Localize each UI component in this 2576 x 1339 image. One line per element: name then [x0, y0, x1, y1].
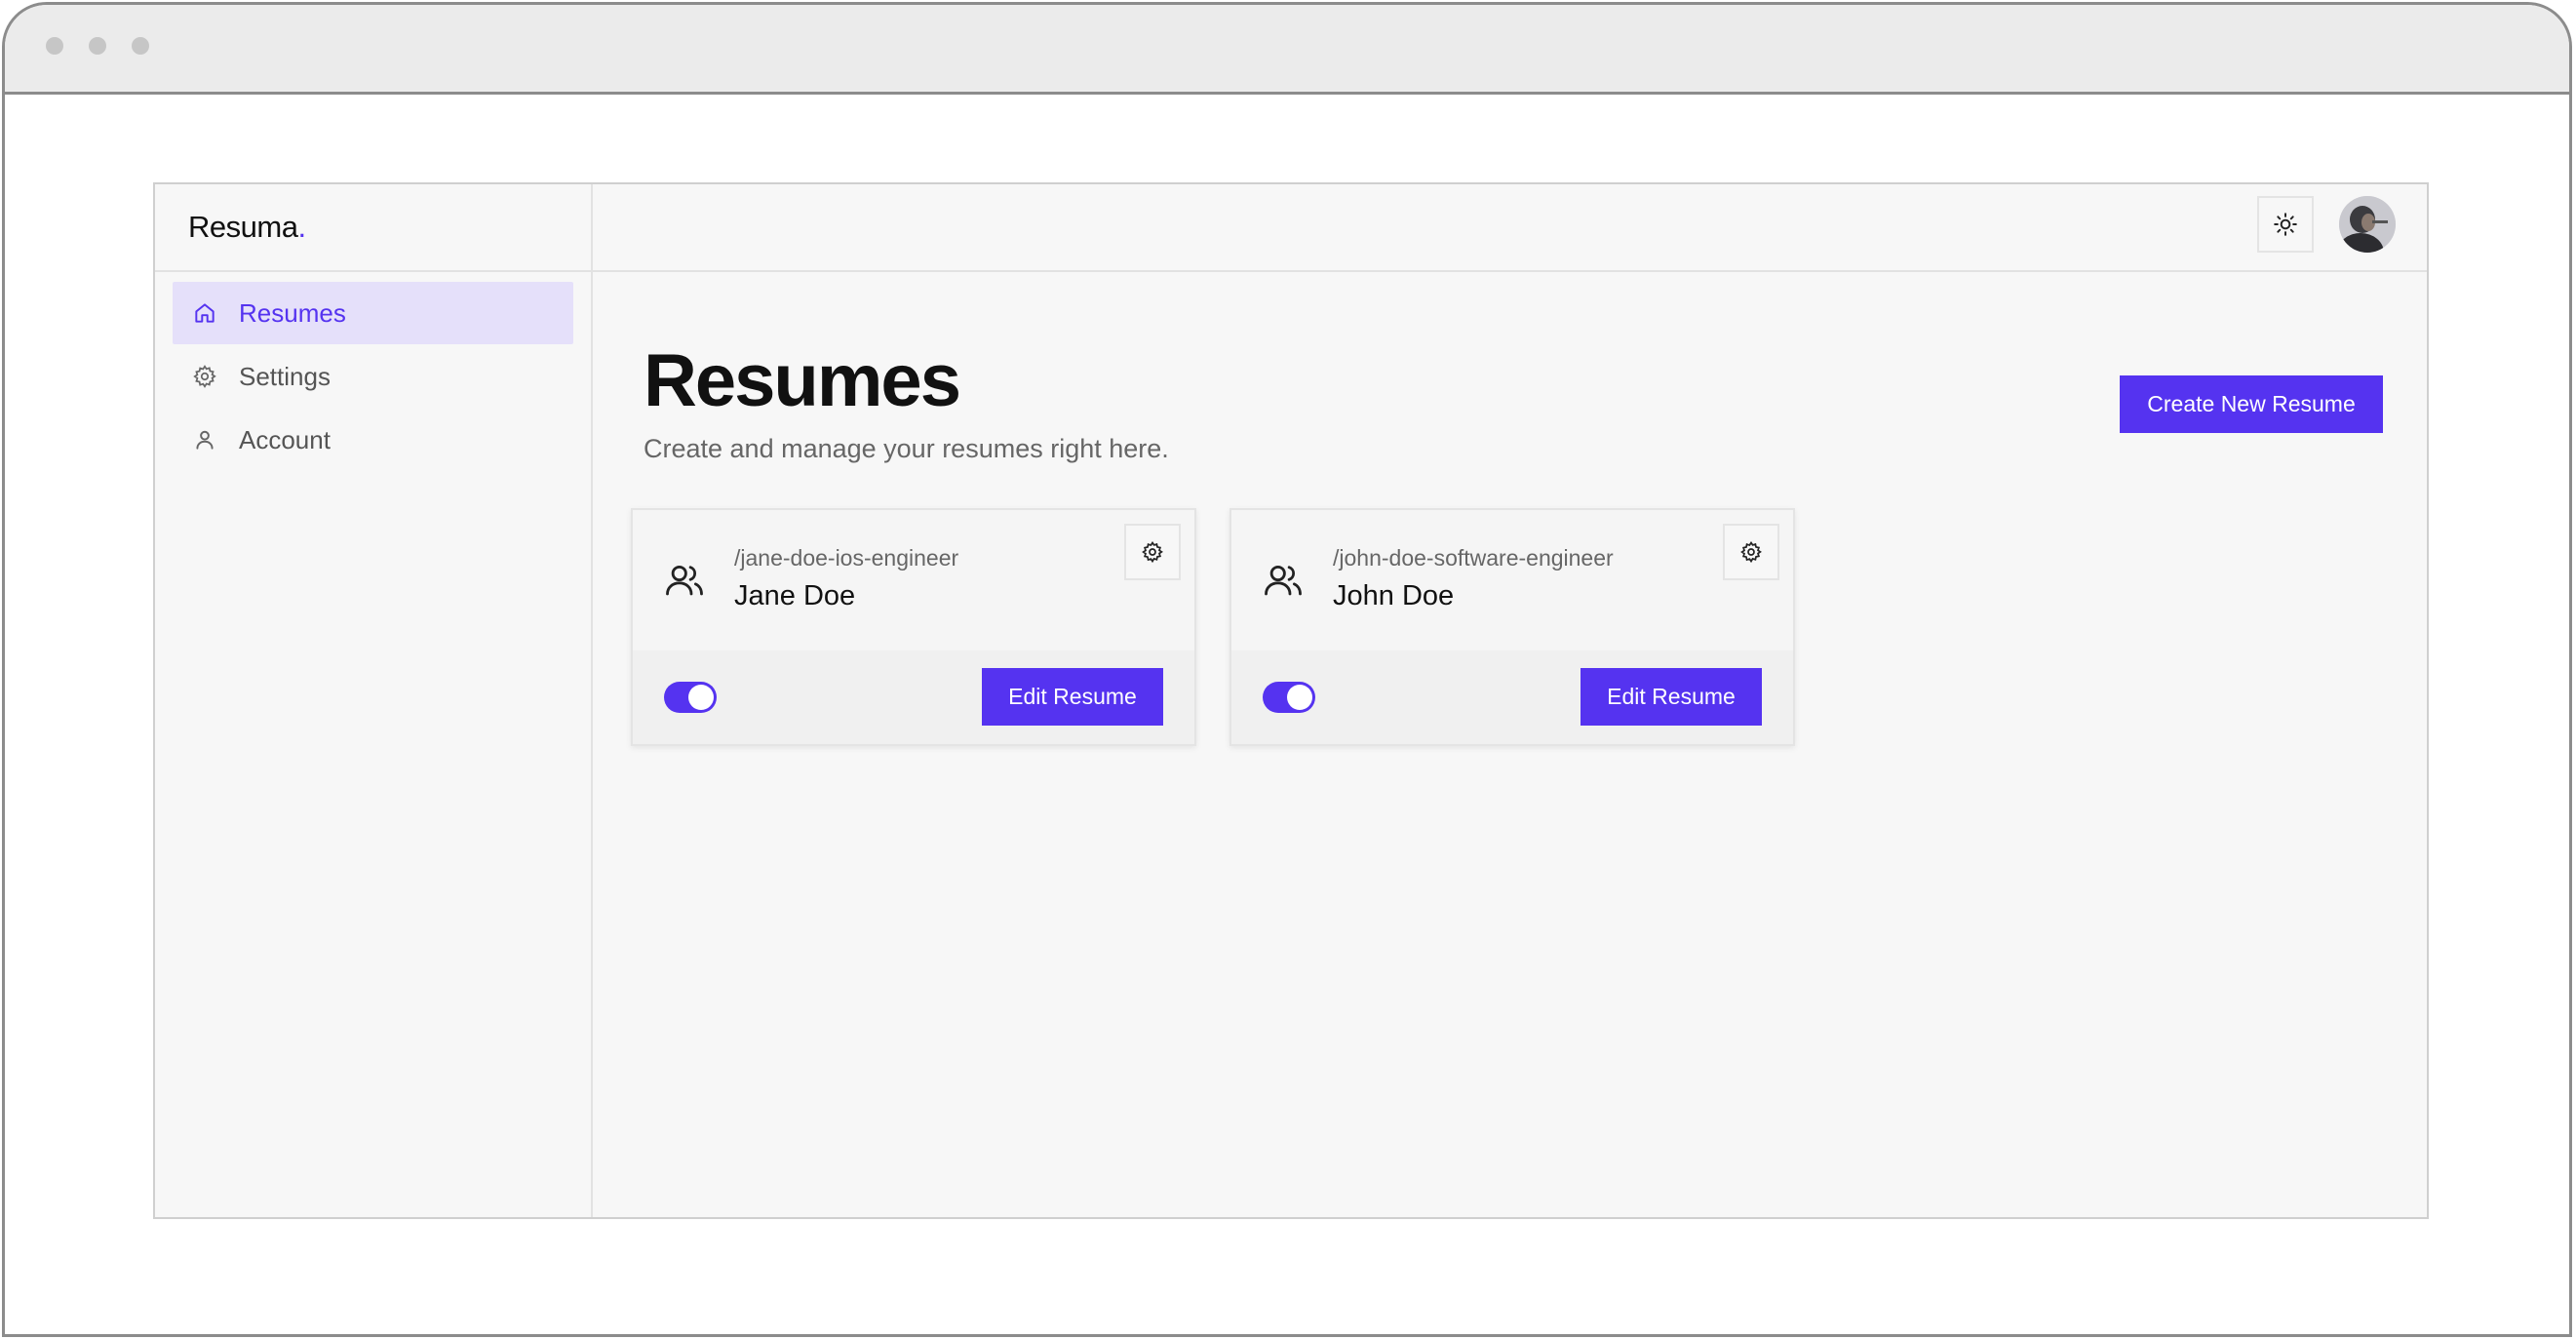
create-new-resume-button[interactable]: Create New Resume	[2120, 375, 2383, 433]
resume-slug[interactable]: /john-doe-software-engineer	[1333, 545, 1614, 571]
resume-settings-button[interactable]	[1723, 524, 1779, 580]
avatar[interactable]	[2339, 196, 2396, 253]
sidebar-item-settings[interactable]: Settings	[173, 345, 573, 408]
card-header: /jane-doe-ios-engineer Jane Doe	[633, 510, 1194, 652]
window-minimize-dot[interactable]	[89, 37, 106, 55]
card-header: /john-doe-software-engineer John Doe	[1231, 510, 1793, 652]
logo-dot: .	[297, 210, 306, 244]
user-icon	[196, 430, 214, 450]
edit-resume-button[interactable]: Edit Resume	[1581, 668, 1762, 726]
gear-icon	[1142, 540, 1163, 564]
sun-icon	[2274, 213, 2297, 236]
main-content: Resumes Create and manage your resumes r…	[593, 184, 2427, 1217]
logo[interactable]: Resuma.	[188, 210, 306, 245]
sidebar-item-label: Resumes	[239, 297, 346, 328]
page-subtitle: Create and manage your resumes right her…	[644, 434, 1169, 463]
home-icon	[195, 303, 215, 323]
sidebar: Resuma. Resumes Settings Account	[155, 184, 593, 1217]
users-icon	[1265, 565, 1302, 596]
resume-card: /john-doe-software-engineer John Doe Edi…	[1229, 508, 1795, 746]
toggle-knob	[688, 685, 714, 710]
logo-text: Resuma	[188, 210, 298, 244]
resume-slug[interactable]: /jane-doe-ios-engineer	[734, 545, 958, 571]
resume-name: Jane Doe	[734, 580, 856, 611]
avatar-image	[2339, 196, 2396, 253]
sidebar-item-label: Settings	[239, 361, 331, 391]
window-maximize-dot[interactable]	[132, 37, 149, 55]
users-icon	[666, 565, 703, 596]
topbar	[593, 184, 2427, 272]
logo-row: Resuma.	[155, 184, 591, 272]
window-close-dot[interactable]	[46, 37, 63, 55]
app-frame: Resuma. Resumes Settings Account Resumes…	[153, 182, 2429, 1219]
resume-settings-button[interactable]	[1124, 524, 1181, 580]
card-footer: Edit Resume	[633, 650, 1194, 744]
browser-window: Resuma. Resumes Settings Account Resumes…	[2, 2, 2572, 1337]
publish-toggle[interactable]	[1263, 682, 1315, 713]
resume-name: John Doe	[1333, 580, 1455, 611]
resume-card: /jane-doe-ios-engineer Jane Doe Edit Res…	[631, 508, 1196, 746]
publish-toggle[interactable]	[664, 682, 717, 713]
sidebar-item-account[interactable]: Account	[173, 409, 573, 471]
gear-icon	[1740, 540, 1762, 564]
card-footer: Edit Resume	[1231, 650, 1793, 744]
sidebar-nav: Resumes Settings Account	[155, 272, 591, 482]
browser-chrome	[5, 5, 2569, 95]
edit-resume-button[interactable]: Edit Resume	[982, 668, 1163, 726]
page-title: Resumes	[644, 339, 961, 422]
gear-icon	[193, 365, 216, 388]
sidebar-item-label: Account	[239, 424, 331, 454]
toggle-knob	[1287, 685, 1312, 710]
sidebar-item-resumes[interactable]: Resumes	[173, 282, 573, 344]
theme-toggle-button[interactable]	[2257, 196, 2314, 253]
